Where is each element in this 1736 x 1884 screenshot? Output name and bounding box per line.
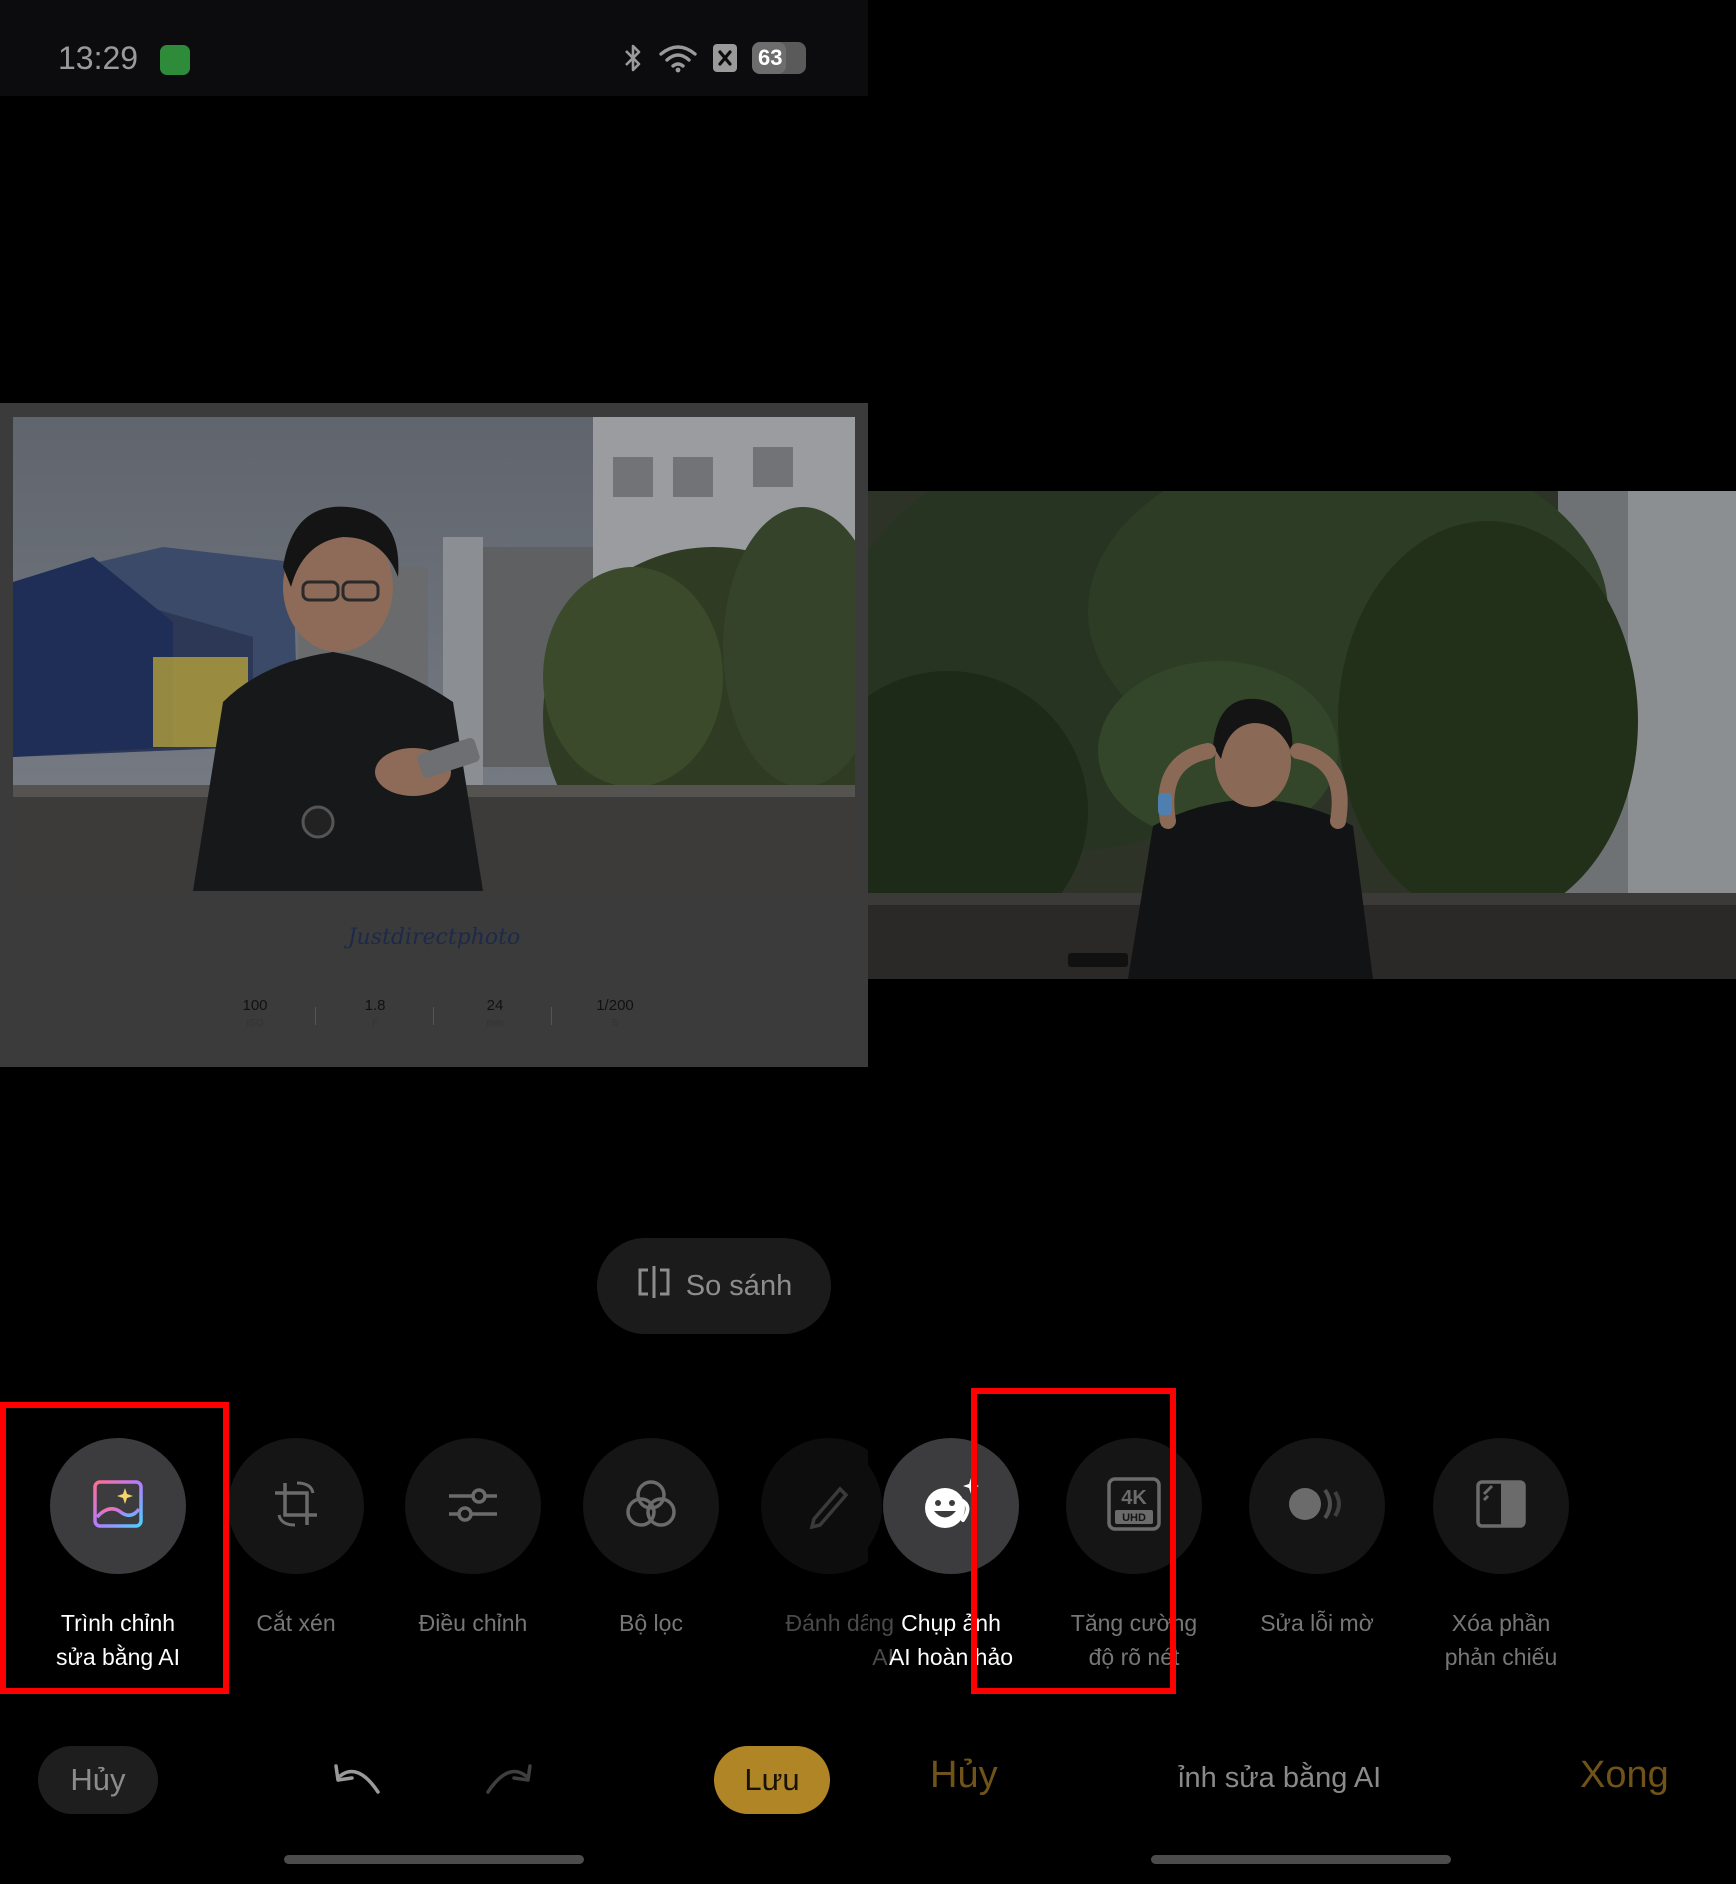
- tool-circle: [1249, 1438, 1385, 1574]
- tool-circle: [761, 1438, 868, 1574]
- tool-adjust[interactable]: Điều chỉnh: [393, 1438, 553, 1640]
- home-indicator[interactable]: [1151, 1855, 1451, 1864]
- exif-unit: F: [371, 1018, 379, 1029]
- tool-markup[interactable]: Đánh dấ: [749, 1438, 868, 1640]
- status-bar: 13:29 63: [0, 0, 868, 96]
- crop-rotate-icon: [271, 1479, 321, 1534]
- battery-level: 63: [758, 45, 783, 70]
- exif-divider: [551, 1007, 552, 1025]
- highlight-box-ai-editor: [0, 1402, 229, 1694]
- highlight-box-ai-perfect-shot: [971, 1388, 1176, 1694]
- tool-label-line: Đánh dấ: [785, 1610, 868, 1636]
- save-button[interactable]: Lưu: [714, 1746, 830, 1814]
- done-button[interactable]: Xong: [1580, 1754, 1669, 1797]
- markup-pen-icon: [804, 1479, 854, 1534]
- redo-button[interactable]: [480, 1756, 536, 1806]
- undo-button[interactable]: [330, 1756, 386, 1806]
- compare-icon: [636, 1265, 672, 1307]
- tool-fix-blur[interactable]: Sửa lỗi mờ: [1237, 1438, 1397, 1640]
- exif-aperture: 1.8 F: [335, 997, 415, 1029]
- reflection-remove-icon: [1476, 1479, 1526, 1533]
- undo-icon: [332, 1762, 384, 1801]
- battery-indicator: 63: [752, 42, 806, 74]
- compare-label: So sánh: [685, 1269, 793, 1302]
- exif-value: 100: [242, 997, 268, 1014]
- tool-label: Điều chỉnh: [393, 1606, 553, 1640]
- cancel-button[interactable]: Hủy: [38, 1746, 158, 1814]
- photo-scene: [13, 417, 855, 891]
- tool-crop[interactable]: Cắt xén: [216, 1438, 376, 1640]
- status-icons: 63: [622, 42, 806, 74]
- tool-label-line: Điều chỉnh: [418, 1610, 528, 1636]
- tool-label-line: Bộ lọc: [619, 1610, 683, 1636]
- exif-value: 1/200: [596, 997, 634, 1014]
- redo-icon: [482, 1762, 534, 1801]
- screen-title: ỉnh sửa bằng AI: [1178, 1762, 1382, 1794]
- app-notification-icon: [160, 45, 190, 75]
- status-time: 13:29: [58, 40, 139, 76]
- exif-focal-length: 24 mm: [455, 997, 535, 1029]
- left-editor-screen: 13:29 63 Justdirectphoto 100 ISO 1.8 F 2…: [0, 0, 868, 1884]
- photo-image: [13, 417, 855, 891]
- photo-preview-card: Justdirectphoto 100 ISO 1.8 F 24 mm 1/20…: [0, 403, 868, 1067]
- tool-label: Xóa phần phản chiếu: [1421, 1606, 1581, 1674]
- bluetooth-icon: [622, 43, 644, 73]
- exif-value: 24: [486, 997, 504, 1014]
- exif-info: 100 ISO 1.8 F 24 mm 1/200 S: [215, 997, 655, 1029]
- exif-unit: ISO: [246, 1018, 264, 1029]
- compare-button[interactable]: So sánh: [597, 1238, 831, 1334]
- tool-remove-reflection[interactable]: Xóa phần phản chiếu: [1421, 1438, 1581, 1674]
- tool-label-line: Sửa lỗi mờ: [1260, 1610, 1374, 1636]
- exif-unit: mm: [486, 1018, 504, 1029]
- tool-circle: [583, 1438, 719, 1574]
- photo-scene: [868, 491, 1736, 979]
- tool-circle: [405, 1438, 541, 1574]
- tool-label: Bộ lọc: [571, 1606, 731, 1640]
- exif-divider: [433, 1007, 434, 1025]
- tool-filters[interactable]: Bộ lọc: [571, 1438, 731, 1640]
- exif-unit: S: [611, 1018, 619, 1029]
- tool-label: Cắt xén: [216, 1606, 376, 1640]
- tool-label-line: Xóa phần: [1451, 1610, 1551, 1636]
- motion-deblur-icon: [1287, 1484, 1347, 1529]
- no-sim-icon: [712, 43, 738, 73]
- exif-divider: [315, 1007, 316, 1025]
- exif-shutter: 1/200 S: [575, 997, 655, 1029]
- exif-value: 1.8: [364, 997, 386, 1014]
- cancel-button[interactable]: Hủy: [930, 1754, 998, 1797]
- photo-image: [868, 491, 1736, 979]
- tool-label-line: Cắt xén: [256, 1610, 336, 1636]
- right-ai-editor-screen: sáng dung AI Chụp ảnh AI hoàn hảo 4KUHD …: [868, 0, 1736, 1884]
- tool-label: Đánh dấ: [749, 1606, 868, 1640]
- exif-iso: 100 ISO: [215, 997, 295, 1029]
- sliders-icon: [447, 1482, 499, 1531]
- tool-label-line: phản chiếu: [1444, 1644, 1558, 1670]
- photographer-signature: Justdirectphoto: [347, 925, 521, 950]
- wifi-icon: [658, 43, 698, 73]
- tool-label: Sửa lỗi mờ: [1237, 1606, 1397, 1640]
- tool-circle: [1433, 1438, 1569, 1574]
- home-indicator[interactable]: [284, 1855, 584, 1864]
- filter-circles-icon: [624, 1478, 678, 1535]
- tool-circle: [228, 1438, 364, 1574]
